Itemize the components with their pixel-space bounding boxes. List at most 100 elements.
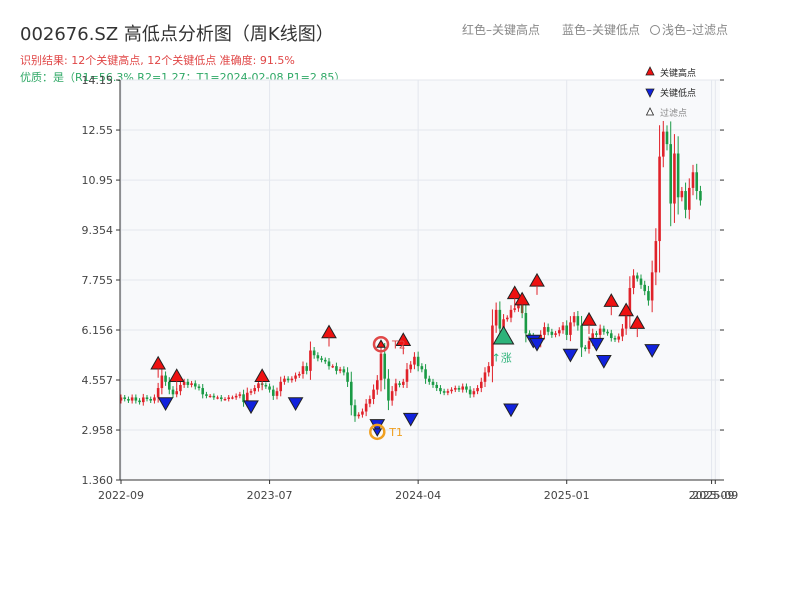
x-tick-label: 2025-01	[544, 489, 590, 502]
x-tick-label: 2022-09	[98, 489, 144, 502]
candle-body	[621, 328, 624, 337]
candle-body	[271, 389, 275, 396]
candle-body	[676, 153, 680, 198]
candle-body	[257, 383, 260, 389]
y-tick-label: 10.95	[82, 174, 114, 187]
candle-body	[409, 364, 413, 370]
candle-body	[661, 131, 665, 157]
candle-body	[264, 384, 268, 387]
candle-body	[461, 386, 465, 390]
candle-body	[175, 391, 179, 395]
candle-body	[141, 397, 145, 403]
candle-body	[227, 397, 231, 399]
candle-body	[609, 333, 613, 339]
candle-body	[160, 375, 164, 389]
y-tick-label: 2.958	[82, 424, 114, 437]
candle-body	[279, 381, 283, 392]
candle-body	[465, 386, 468, 390]
kline-chart: T1 T2 ↑涨 1.360 2.958 4.557 6.156 7.755 9.354 10.…	[82, 66, 738, 502]
legend-key-high-icon	[645, 66, 655, 76]
candle-body	[494, 309, 498, 326]
candle-body	[583, 347, 587, 349]
candle-body	[699, 191, 702, 201]
candle-body	[669, 144, 673, 204]
candle-body	[587, 341, 591, 349]
candle-body	[602, 328, 606, 332]
candle-body	[349, 381, 353, 406]
y-tick-label: 1.360	[82, 474, 114, 487]
candle-body	[123, 397, 127, 399]
candle-body	[275, 391, 279, 396]
candle-body	[156, 388, 160, 398]
candle-body	[130, 397, 134, 401]
candle-body	[606, 331, 609, 334]
candle-body	[342, 369, 346, 373]
candle-body	[617, 336, 621, 340]
candle-body	[487, 366, 491, 373]
candle-body	[453, 388, 457, 390]
candle-body	[639, 278, 643, 285]
candle-body	[680, 191, 684, 198]
candle-body	[439, 388, 442, 392]
candle-body	[316, 355, 320, 359]
candle-body	[182, 381, 186, 385]
candle-body	[576, 316, 580, 326]
candle-body	[186, 381, 190, 385]
candle-body	[167, 381, 171, 390]
candle-body	[201, 388, 205, 395]
candle-body	[580, 325, 583, 348]
y-tick-label: 12.55	[82, 124, 114, 137]
candle-body	[379, 353, 383, 381]
candle-body	[305, 366, 309, 371]
candle-body	[643, 284, 647, 292]
candle-body	[554, 333, 557, 335]
candle-body	[312, 350, 316, 356]
candle-body	[208, 395, 212, 398]
candle-body	[472, 391, 476, 395]
candle-body	[171, 389, 175, 395]
candle-body	[543, 327, 546, 335]
candle-body	[498, 309, 502, 329]
candle-body	[309, 350, 312, 371]
candle-body	[665, 131, 669, 145]
candle-body	[476, 388, 479, 392]
candle-body	[361, 411, 364, 415]
candle-body	[190, 383, 193, 385]
candle-body	[673, 153, 676, 204]
candle-body	[145, 397, 149, 399]
candle-body	[223, 398, 227, 401]
candle-body	[331, 366, 335, 368]
candle-body	[413, 356, 416, 365]
candle-body	[691, 172, 695, 188]
y-tick-label: 9.354	[82, 224, 114, 237]
candle-body	[650, 272, 654, 301]
candle-body	[368, 398, 372, 404]
y-tick-label: 4.557	[82, 374, 114, 387]
candle-body	[338, 369, 342, 371]
candle-body	[546, 327, 550, 332]
candle-body	[153, 397, 156, 401]
candle-body	[405, 369, 409, 382]
candle-body	[253, 388, 257, 392]
candle-body	[479, 381, 483, 389]
candle-body	[238, 394, 242, 396]
candle-body	[268, 386, 271, 390]
candle-body	[327, 361, 331, 367]
candle-body	[505, 317, 509, 320]
t1-label: T1	[388, 426, 403, 439]
candle-body	[346, 372, 349, 382]
candle-body	[424, 369, 427, 379]
candle-body	[149, 398, 153, 401]
candle-body	[134, 397, 138, 401]
x-tick-label: 2023-07	[247, 489, 293, 502]
candle-body	[565, 325, 569, 335]
candle-body	[468, 389, 472, 395]
candle-body	[687, 187, 691, 210]
candle-body	[561, 325, 565, 331]
legend-label: 关键低点	[660, 87, 696, 99]
t2-label: T2	[391, 338, 406, 351]
candle-body	[364, 403, 368, 412]
candle-body	[446, 391, 450, 393]
candle-body	[569, 322, 572, 335]
candle-body	[398, 383, 401, 385]
